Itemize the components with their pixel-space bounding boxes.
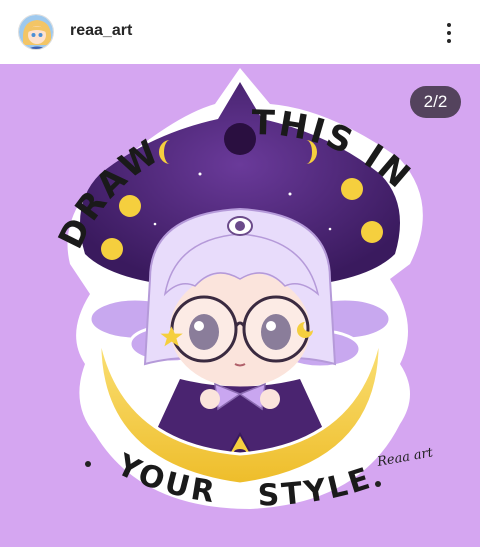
avatar-icon [19, 15, 53, 49]
avatar[interactable] [18, 14, 54, 50]
post-image[interactable]: DRAW THIS IN YOUR STYLE Reaa art [0, 64, 480, 547]
more-options-icon[interactable] [438, 18, 460, 48]
post-header: reaa_art [0, 0, 480, 64]
carousel-counter: 2/2 [410, 86, 461, 118]
witch-sticker-illustration: DRAW THIS IN YOUR STYLE Reaa art [51, 68, 435, 513]
username-link[interactable]: reaa_art [70, 22, 132, 40]
